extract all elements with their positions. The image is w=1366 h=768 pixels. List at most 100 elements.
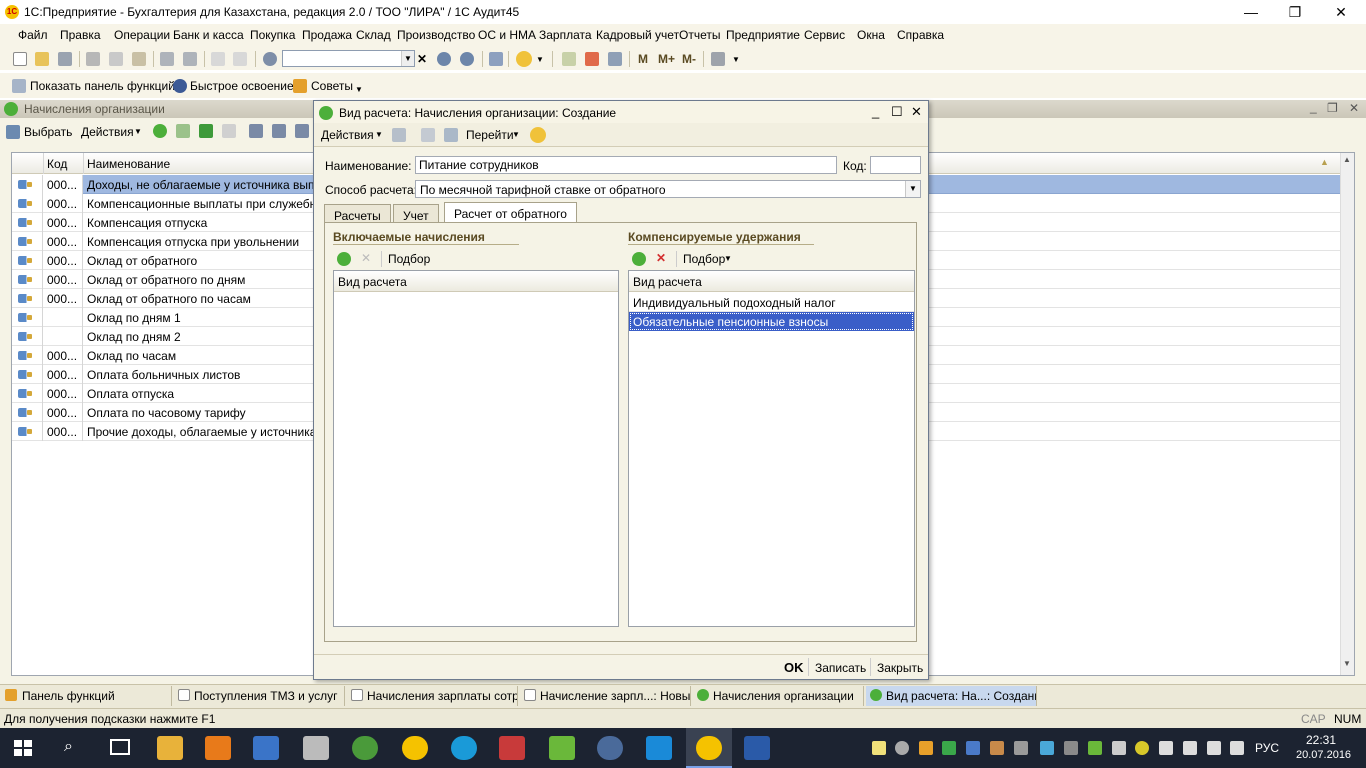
menu-hr[interactable]: Кадровый учет xyxy=(596,28,679,42)
search-icon[interactable] xyxy=(263,52,277,66)
help-icon[interactable] xyxy=(530,127,546,143)
print-preview-icon[interactable] xyxy=(183,52,197,66)
find-prev-icon[interactable] xyxy=(460,52,474,66)
tray-icon-3[interactable] xyxy=(919,741,933,755)
column-code-header[interactable]: Код xyxy=(47,157,67,171)
wifi-icon[interactable] xyxy=(1159,741,1173,755)
code-input[interactable] xyxy=(870,156,921,174)
menu-assets[interactable]: ОС и НМА xyxy=(478,28,536,42)
menu-reports[interactable]: Отчеты xyxy=(679,28,720,42)
tray-icon-12[interactable] xyxy=(1135,741,1149,755)
task-tab-payroll-new[interactable]: Начисление зарпл...: Новый * xyxy=(520,686,691,706)
dialog-actions-dropdown-icon[interactable]: ▼ xyxy=(375,130,383,139)
method-dropdown-icon[interactable]: ▼ xyxy=(905,181,920,197)
search-input[interactable]: ▼ xyxy=(282,50,415,67)
save-icon[interactable] xyxy=(58,52,72,66)
scroll-down-icon[interactable]: ▼ xyxy=(1343,659,1351,668)
info-icon[interactable] xyxy=(516,51,532,67)
chrome-icon[interactable] xyxy=(352,736,378,760)
filter-icon[interactable] xyxy=(249,124,263,138)
find-next-icon[interactable] xyxy=(437,52,451,66)
delete-icon[interactable] xyxy=(222,124,236,138)
add-copy-icon[interactable] xyxy=(176,124,190,138)
menu-bank[interactable]: Банк и касса xyxy=(173,28,244,42)
list-item[interactable]: Индивидуальный подоходный налог xyxy=(629,293,914,312)
tips-button[interactable]: Советы xyxy=(311,79,353,93)
menu-service[interactable]: Сервис xyxy=(804,28,845,42)
included-accruals-list[interactable]: Вид расчета xyxy=(333,270,619,627)
save-close-icon[interactable] xyxy=(392,128,406,142)
menu-salary[interactable]: Зарплата xyxy=(539,28,592,42)
show-function-panel-button[interactable]: Показать панель функций xyxy=(30,79,175,93)
skype-icon[interactable] xyxy=(451,736,477,760)
menu-warehouse[interactable]: Склад xyxy=(356,28,391,42)
outlook-icon[interactable] xyxy=(205,736,231,760)
task-tab-payroll-employees[interactable]: Начисления зарплаты сотр... xyxy=(347,686,518,706)
list-minimize-button[interactable]: _ xyxy=(1310,100,1317,114)
included-pick-button[interactable]: Подбор xyxy=(388,252,430,266)
dialog-actions-menu[interactable]: Действия xyxy=(321,128,374,142)
nvidia-icon[interactable] xyxy=(1088,741,1102,755)
redo-icon[interactable] xyxy=(233,52,247,66)
explorer-icon[interactable] xyxy=(157,736,183,760)
cloud-icon[interactable] xyxy=(895,741,909,755)
volume-icon[interactable] xyxy=(1183,741,1197,755)
calculator-app-icon[interactable] xyxy=(303,736,329,760)
cut-icon[interactable] xyxy=(86,52,100,66)
clear-filter-icon[interactable] xyxy=(295,124,309,138)
list-close-button[interactable]: ✕ xyxy=(1349,101,1359,115)
1c-app-icon[interactable] xyxy=(402,736,428,760)
select-button[interactable]: Выбрать xyxy=(24,125,72,139)
filter-by-value-icon[interactable] xyxy=(272,124,286,138)
list-item[interactable]: Обязательные пенсионные взносы xyxy=(629,312,914,331)
included-add-icon[interactable] xyxy=(337,252,351,266)
save-button[interactable]: Записать xyxy=(815,661,866,675)
word-icon[interactable] xyxy=(744,736,770,760)
list-actions-menu[interactable]: Действия xyxy=(81,125,134,139)
active-1c-task[interactable] xyxy=(686,728,732,768)
dialog-minimize-button[interactable]: _ xyxy=(872,104,879,119)
green-app-icon[interactable] xyxy=(549,736,575,760)
menu-operations[interactable]: Операции xyxy=(114,28,170,42)
tips-dropdown-icon[interactable]: ▼ xyxy=(355,85,363,94)
tray-icon-11[interactable] xyxy=(1112,741,1126,755)
edit-icon[interactable] xyxy=(199,124,213,138)
dialog-maximize-button[interactable]: ☐ xyxy=(891,104,903,120)
quick-learning-button[interactable]: Быстрое освоение xyxy=(190,79,294,93)
menu-file[interactable]: Файл xyxy=(18,28,48,42)
start-icon[interactable] xyxy=(14,740,32,756)
goto-menu[interactable]: Перейти xyxy=(466,128,514,142)
anydesk-icon[interactable] xyxy=(499,736,525,760)
menu-edit[interactable]: Правка xyxy=(60,28,101,42)
drive-icon[interactable] xyxy=(942,741,956,755)
list-restore-button[interactable]: ❐ xyxy=(1327,101,1338,115)
task-tab-calc-type[interactable]: Вид расчета: На...: Создание xyxy=(866,686,1037,706)
tools-dropdown-icon[interactable]: ▼ xyxy=(732,55,740,64)
name-input[interactable] xyxy=(415,156,837,174)
maximize-button[interactable]: ❐ xyxy=(1272,2,1318,22)
save-icon[interactable] xyxy=(421,128,435,142)
menu-help[interactable]: Справка xyxy=(897,28,944,42)
chat-icon[interactable] xyxy=(597,736,623,760)
goto-dropdown-icon[interactable]: ▼ xyxy=(512,130,520,139)
compensated-pick-dropdown-icon[interactable]: ▼ xyxy=(724,254,732,263)
copy-icon[interactable] xyxy=(109,52,123,66)
teamviewer-icon[interactable] xyxy=(646,736,672,760)
memory-plus-button[interactable]: M+ xyxy=(658,52,675,66)
tray-icon-5[interactable] xyxy=(966,741,980,755)
tray-icon-7[interactable] xyxy=(1014,741,1028,755)
task-tab-org-accruals[interactable]: Начисления организации xyxy=(693,686,864,706)
tab-reverse-calc[interactable]: Расчет от обратного xyxy=(444,202,577,224)
calculator-icon[interactable] xyxy=(562,52,576,66)
compensated-add-icon[interactable] xyxy=(632,252,646,266)
scroll-up-icon[interactable]: ▲ xyxy=(1343,155,1351,164)
menu-production[interactable]: Производство xyxy=(397,28,475,42)
users-icon[interactable] xyxy=(608,52,622,66)
search-dropdown-icon[interactable]: ▼ xyxy=(401,51,414,66)
battery-icon[interactable] xyxy=(1207,741,1221,755)
task-tab-function-panel[interactable]: Панель функций xyxy=(2,686,172,706)
menu-sales[interactable]: Продажа xyxy=(302,28,352,42)
menu-enterprise[interactable]: Предприятие xyxy=(726,28,800,42)
paste-icon[interactable] xyxy=(132,52,146,66)
windows-icon[interactable] xyxy=(489,52,503,66)
